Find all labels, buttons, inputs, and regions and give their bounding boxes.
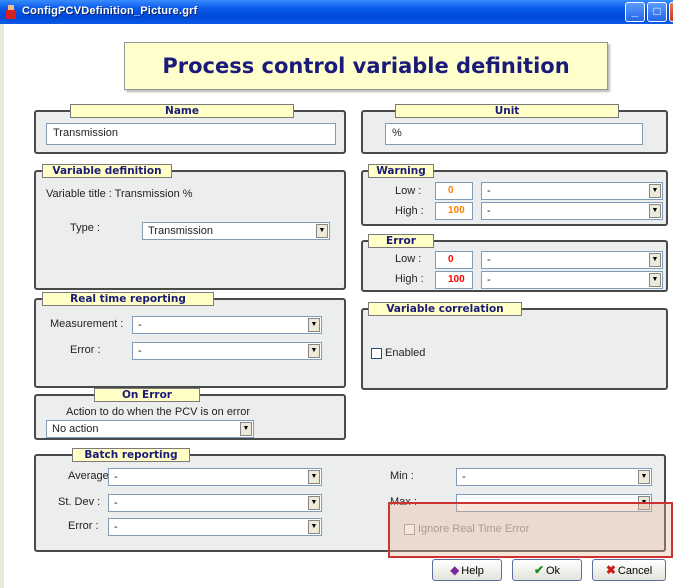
warning-group: Warning Low : 0 - ▼ High : 100 - ▼ [361,164,668,226]
ok-button[interactable]: ✔ Ok [512,559,582,581]
on-error-action-value: No action [52,423,99,435]
on-error-label: On Error [94,388,200,402]
stdev-select[interactable]: - ▼ [108,494,322,512]
warning-low-input[interactable]: 0 [435,182,473,200]
ok-button-label: Ok [546,565,561,577]
warning-low-select-value: - [487,185,491,197]
error-high-select[interactable]: - ▼ [481,271,663,289]
realtime-error-label: Error : [70,344,101,356]
chevron-down-icon[interactable]: ▼ [308,496,320,510]
help-button-label: Help [461,565,484,577]
batch-error-label: Error : [68,520,99,532]
check-icon: ✔ [533,563,544,577]
variable-title-text: Variable title : Transmission % [46,188,193,200]
stdev-label: St. Dev : [58,496,101,508]
measurement-select[interactable]: - ▼ [132,316,322,334]
error-high-label: High : [395,273,424,285]
error-high-input[interactable]: 100 [435,271,473,289]
dialog-window: ConfigPCVDefinition_Picture.grf _ □ × Pr… [0,0,673,588]
type-select-value: Transmission [148,225,213,237]
chevron-down-icon[interactable]: ▼ [308,470,320,484]
warning-high-select[interactable]: - ▼ [481,202,663,220]
chevron-down-icon[interactable]: ▼ [638,470,650,484]
warning-high-select-value: - [487,205,491,217]
enabled-checkbox[interactable] [371,348,382,359]
cancel-button-label: Cancel [617,565,653,577]
variable-correlation-label: Variable correlation [368,302,522,316]
ignore-real-time-error-checkbox[interactable] [404,524,415,535]
help-button[interactable]: ◆ Help [432,559,502,581]
app-icon [6,5,16,19]
chevron-down-icon[interactable]: ▼ [308,520,320,534]
chevron-down-icon[interactable]: ▼ [649,273,661,287]
chevron-down-icon[interactable]: ▼ [308,318,320,332]
measurement-select-value: - [138,319,142,331]
ignore-real-time-error-label: Ignore Real Time Error [418,523,530,535]
batch-error-select-value: - [114,521,118,533]
error-low-label: Low : [395,253,422,265]
maximize-button[interactable]: □ [647,2,667,22]
error-low-select-value: - [487,254,491,266]
variable-definition-label: Variable definition [42,164,172,178]
variable-definition-group: Variable definition Variable title : Tra… [34,164,346,290]
error-group: Error Low : 0 - ▼ High : 100 - ▼ [361,234,668,292]
chevron-down-icon[interactable]: ▼ [649,184,661,198]
chevron-down-icon[interactable]: ▼ [649,253,661,267]
realtime-error-select-value: - [138,345,142,357]
unit-input[interactable]: % [385,123,643,145]
dialog-content: Process control variable definition Name… [4,24,673,588]
ignore-real-time-error-highlight: Ignore Real Time Error [388,502,673,558]
batch-reporting-label: Batch reporting [72,448,190,462]
minimize-icon: _ [631,4,639,18]
variable-correlation-group: Variable correlation Enabled [361,302,668,390]
cancel-button[interactable]: ✖ Cancel [592,559,666,581]
enabled-label: Enabled [385,347,426,359]
maximize-icon: □ [653,4,661,18]
page-title: Process control variable definition [124,42,608,90]
name-group: Name Transmission [34,104,346,154]
unit-group: Unit % [361,104,668,154]
title-bar[interactable]: ConfigPCVDefinition_Picture.grf _ □ × [0,0,673,24]
type-label: Type : [70,222,100,234]
close-button[interactable]: × [669,2,673,22]
min-label: Min : [390,470,414,482]
batch-error-select[interactable]: - ▼ [108,518,322,536]
chevron-down-icon[interactable]: ▼ [316,224,328,238]
help-icon: ◆ [450,563,460,577]
error-low-input[interactable]: 0 [435,251,473,269]
name-group-label: Name [70,104,294,118]
warning-low-select[interactable]: - ▼ [481,182,663,200]
stdev-select-value: - [114,497,118,509]
error-low-select[interactable]: - ▼ [481,251,663,269]
cross-icon: ✖ [605,563,616,577]
realtime-error-select[interactable]: - ▼ [132,342,322,360]
chevron-down-icon[interactable]: ▼ [649,204,661,218]
type-select[interactable]: Transmission ▼ [142,222,330,240]
error-label: Error [368,234,434,248]
real-time-reporting-label: Real time reporting [42,292,214,306]
minimize-button[interactable]: _ [625,2,645,22]
min-select[interactable]: - ▼ [456,468,652,486]
warning-high-input[interactable]: 100 [435,202,473,220]
real-time-reporting-group: Real time reporting Measurement : - ▼ Er… [34,292,346,388]
average-select-value: - [114,471,118,483]
min-select-value: - [462,471,466,483]
warning-high-label: High : [395,205,424,217]
on-error-group: On Error Action to do when the PCV is on… [34,388,346,440]
warning-low-label: Low : [395,185,422,197]
average-select[interactable]: - ▼ [108,468,322,486]
name-input[interactable]: Transmission [46,123,336,145]
on-error-description: Action to do when the PCV is on error [66,406,251,418]
error-high-select-value: - [487,274,491,286]
window-title: ConfigPCVDefinition_Picture.grf [22,5,198,17]
unit-group-label: Unit [395,104,619,118]
chevron-down-icon[interactable]: ▼ [240,422,252,436]
chevron-down-icon[interactable]: ▼ [308,344,320,358]
on-error-action-select[interactable]: No action ▼ [46,420,254,438]
warning-label: Warning [368,164,434,178]
measurement-label: Measurement : [50,318,124,330]
